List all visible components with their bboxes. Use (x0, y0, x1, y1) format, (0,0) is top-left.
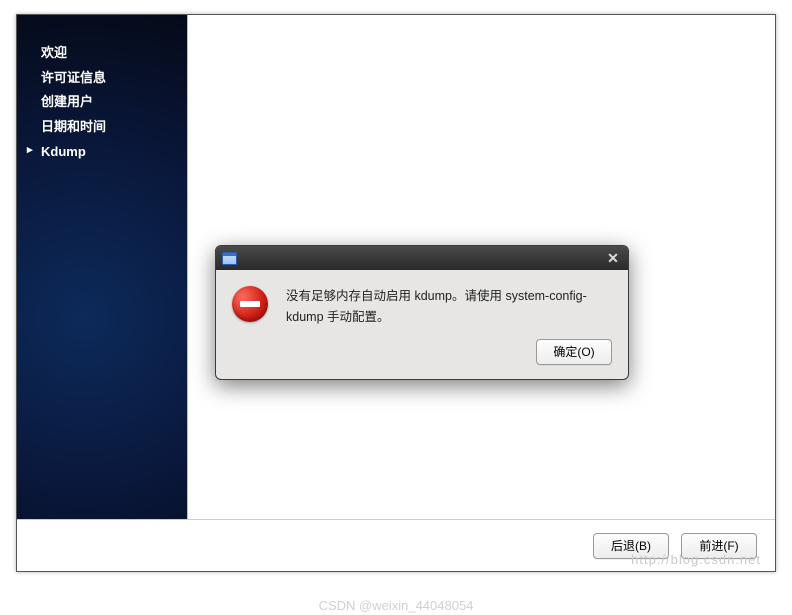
footer-bar: 后退(B) 前进(F) (17, 519, 775, 571)
sidebar-item-license[interactable]: 许可证信息 (41, 66, 187, 91)
dialog-titlebar[interactable]: ✕ (216, 246, 628, 270)
sidebar-item-date-time[interactable]: 日期和时间 (41, 115, 187, 140)
csdn-watermark: CSDN @weixin_44048054 (0, 598, 792, 613)
sidebar-item-label: 日期和时间 (41, 119, 106, 134)
installer-window: 欢迎 许可证信息 创建用户 日期和时间 Kdump 后退(B) 前进(F) ✕ (16, 14, 776, 572)
sidebar-item-label: 许可证信息 (41, 70, 106, 85)
sidebar-item-label: 创建用户 (41, 94, 93, 109)
dialog-body: 没有足够内存自动启用 kdump。请使用 system-config-kdump… (216, 270, 628, 335)
sidebar-item-create-user[interactable]: 创建用户 (41, 90, 187, 115)
titlebar-left (222, 252, 237, 265)
ok-button[interactable]: 确定(O) (536, 339, 612, 365)
dialog-actions: 确定(O) (216, 335, 628, 379)
sidebar-item-kdump[interactable]: Kdump (41, 140, 187, 165)
error-icon-wrap (232, 286, 272, 329)
app-icon (222, 252, 237, 265)
back-button[interactable]: 后退(B) (593, 533, 669, 559)
error-icon (232, 286, 268, 322)
sidebar-item-welcome[interactable]: 欢迎 (41, 41, 187, 66)
sidebar-item-label: Kdump (41, 144, 86, 159)
error-dialog: ✕ 没有足够内存自动启用 kdump。请使用 system-config-kdu… (215, 245, 629, 380)
forward-button[interactable]: 前进(F) (681, 533, 757, 559)
dialog-message: 没有足够内存自动启用 kdump。请使用 system-config-kdump… (286, 286, 612, 329)
sidebar-item-label: 欢迎 (41, 45, 67, 60)
viewport: 欢迎 许可证信息 创建用户 日期和时间 Kdump 后退(B) 前进(F) ✕ (0, 0, 792, 615)
sidebar: 欢迎 许可证信息 创建用户 日期和时间 Kdump (17, 15, 187, 519)
minus-icon (240, 301, 260, 307)
close-icon[interactable]: ✕ (604, 250, 622, 266)
